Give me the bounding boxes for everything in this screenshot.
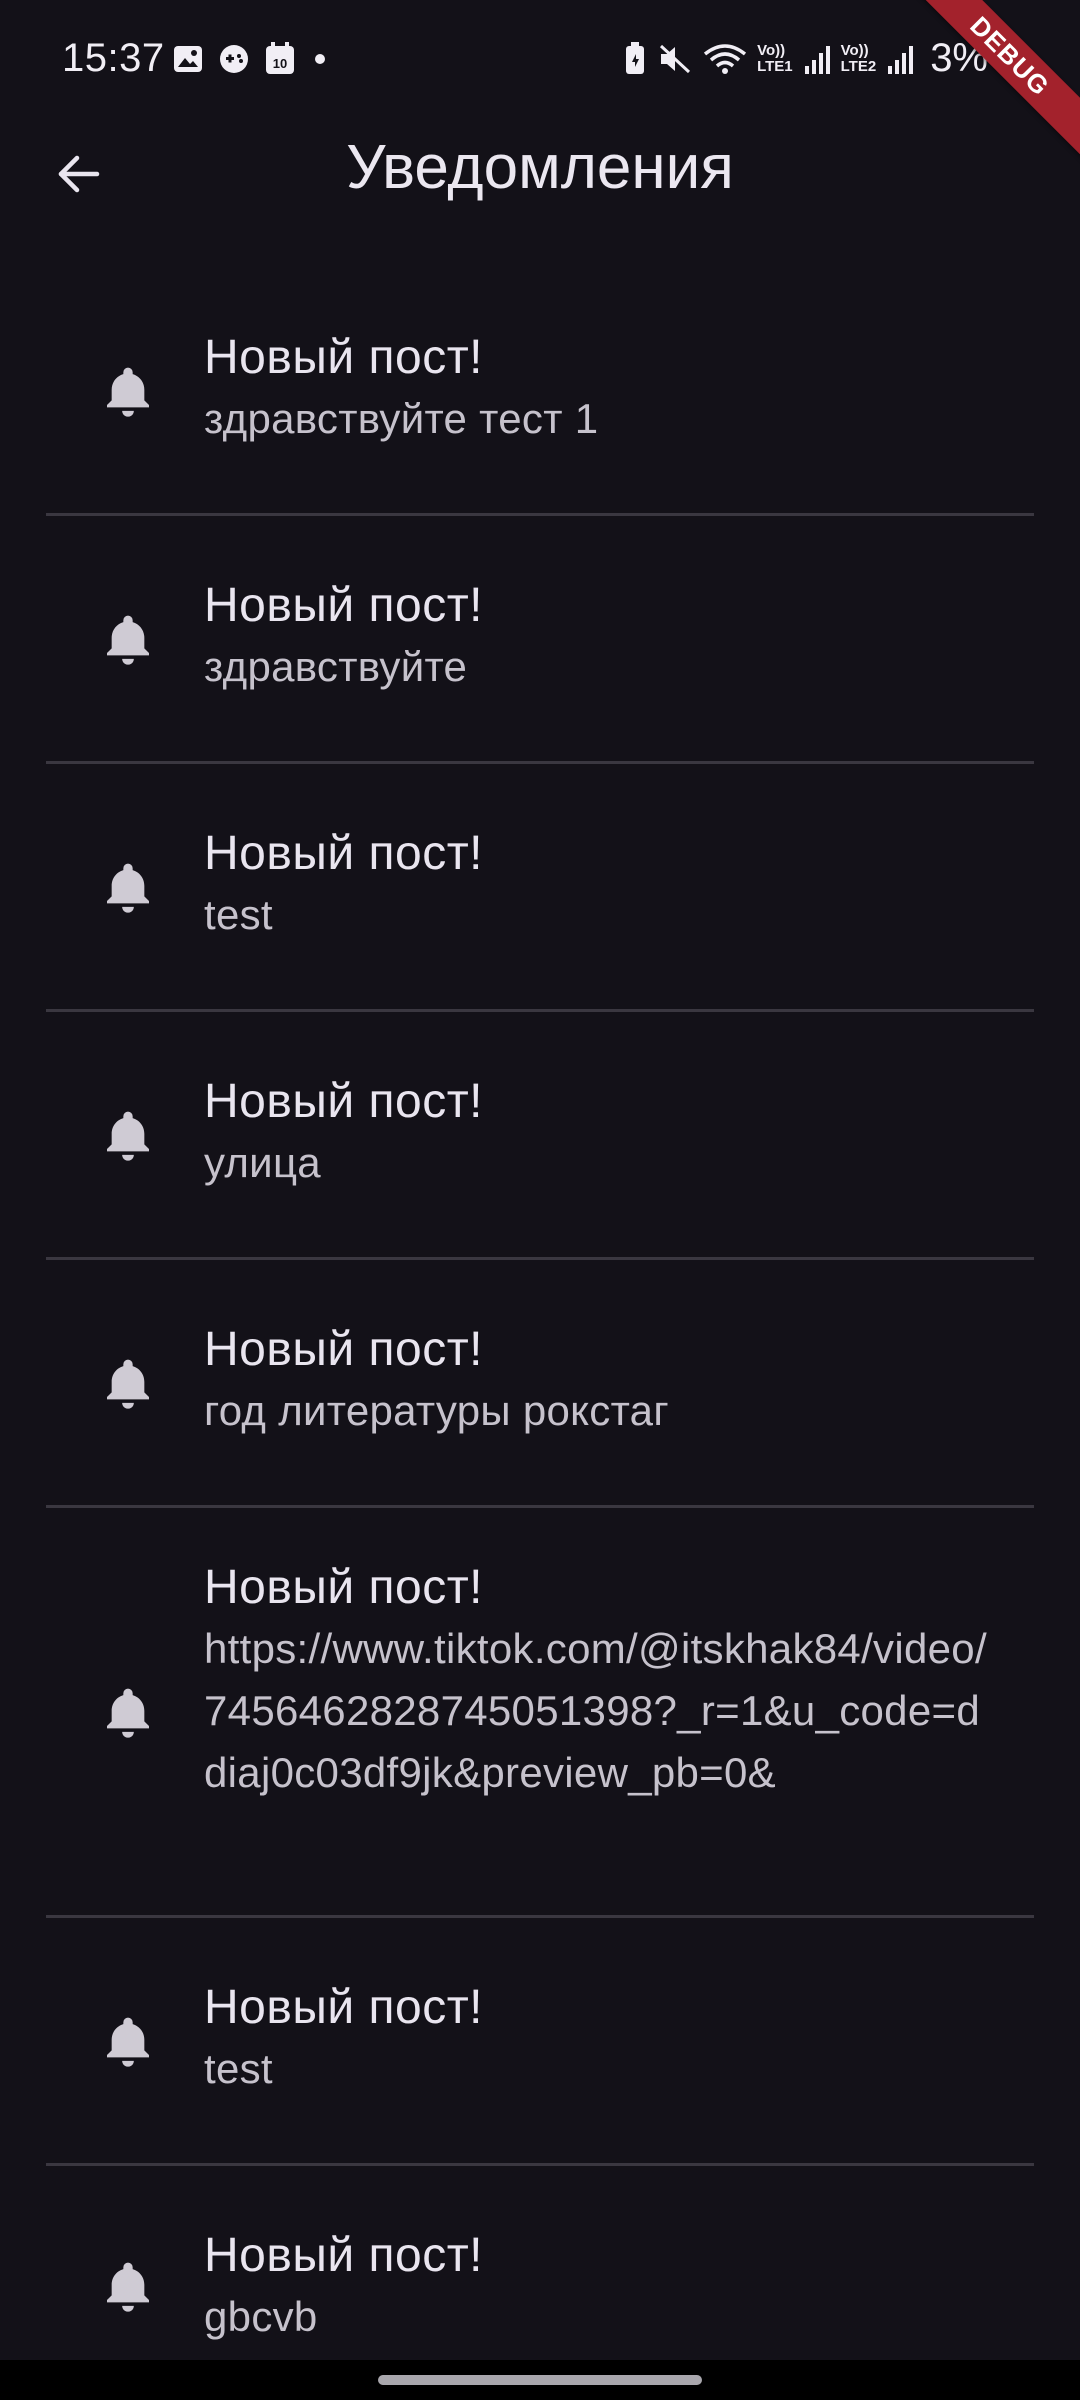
signal-2-icon: [886, 42, 914, 76]
notification-subtitle: https://www.tiktok.com/@itskhak84/video/…: [204, 1625, 987, 1796]
notification-item[interactable]: Новый пост! https://www.tiktok.com/@itsk…: [46, 1508, 1034, 1918]
bell-icon: [107, 615, 149, 665]
app-bar: Уведомления: [0, 120, 1080, 220]
status-bar: 15:37 10 Vo)) LTE1 Vo)) LTE2 3%: [0, 0, 1080, 120]
lte2-label: LTE2: [840, 57, 877, 75]
gesture-handle[interactable]: [378, 2375, 702, 2385]
notification-subtitle: год литературы рокстаг: [204, 1387, 669, 1434]
bell-icon: [107, 863, 149, 913]
bell-icon: [107, 1688, 149, 1738]
lte1-indicator: Vo)) LTE1: [757, 41, 793, 75]
dot-icon: [310, 49, 330, 69]
lte1-vo: Vo)): [757, 41, 786, 59]
game-controller-icon: [218, 43, 250, 75]
notification-title: Новый пост!: [204, 1075, 484, 1128]
system-status-icons: Vo)) LTE1 Vo)) LTE2 3%: [623, 36, 988, 81]
notification-title: Новый пост!: [204, 1561, 484, 1614]
notification-title: Новый пост!: [204, 331, 484, 384]
calendar-day: 10: [273, 56, 287, 71]
notification-item[interactable]: Новый пост! test: [46, 764, 1034, 1012]
notification-subtitle: gbcvb: [204, 2293, 318, 2340]
notification-title: Новый пост!: [204, 2229, 484, 2282]
notification-item[interactable]: Новый пост! улица: [46, 1012, 1034, 1260]
wifi-icon: [703, 42, 747, 76]
notification-subtitle: test: [204, 891, 273, 938]
notification-subtitle: test: [204, 2045, 273, 2092]
bell-icon: [107, 2017, 149, 2067]
notification-subtitle: здравствуйте: [204, 643, 468, 690]
notification-item[interactable]: Новый пост! здравствуйте тест 1: [46, 268, 1034, 516]
notification-title: Новый пост!: [204, 1981, 484, 2034]
bell-icon: [107, 1111, 149, 1161]
lte2-vo: Vo)): [840, 41, 869, 59]
notification-item[interactable]: Новый пост! gbcvb: [46, 2166, 1034, 2376]
notification-item[interactable]: Новый пост! год литературы рокстаг: [46, 1260, 1034, 1508]
notification-item[interactable]: Новый пост! test: [46, 1918, 1034, 2166]
notification-title: Новый пост!: [204, 1323, 484, 1376]
notification-subtitle: здравствуйте тест 1: [204, 395, 599, 442]
lte1-label: LTE1: [757, 57, 793, 75]
calendar-icon: 10: [264, 42, 296, 76]
page-title: Уведомления: [346, 133, 734, 202]
bell-icon: [107, 2262, 149, 2312]
notification-subtitle: улица: [204, 1139, 321, 1186]
notification-title: Новый пост!: [204, 827, 484, 880]
notification-item[interactable]: Новый пост! здравствуйте: [46, 516, 1034, 764]
status-time: 15:37: [62, 36, 165, 80]
bell-icon: [107, 1359, 149, 1409]
notification-icons: 10: [172, 42, 330, 76]
notification-list: Новый пост! здравствуйте тест 1 Новый по…: [46, 268, 1034, 2376]
notification-title: Новый пост!: [204, 579, 484, 632]
battery-saver-icon: [623, 41, 647, 76]
signal-1-icon: [803, 42, 831, 76]
bell-icon: [107, 367, 149, 417]
mute-icon: [657, 42, 693, 76]
lte2-indicator: Vo)) LTE2: [840, 41, 877, 75]
gallery-icon: [172, 43, 204, 75]
